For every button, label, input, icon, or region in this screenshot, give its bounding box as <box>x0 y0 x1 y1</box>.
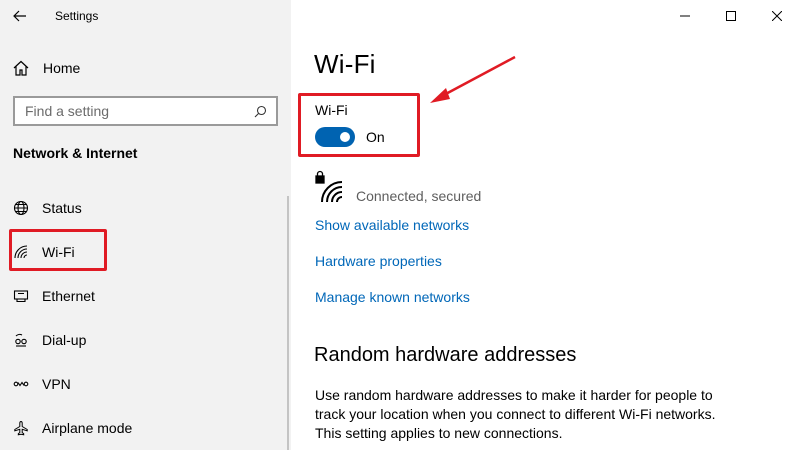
home-icon <box>13 60 29 76</box>
random-hardware-addresses-description: Use random hardware addresses to make it… <box>315 387 716 441</box>
sidebar: Settings Home Network & Internet Status <box>0 0 291 450</box>
sidebar-item-home[interactable]: Home <box>0 52 291 84</box>
sidebar-item-dialup[interactable]: Dial-up <box>0 318 291 362</box>
maximize-icon <box>726 11 736 21</box>
wifi-toggle[interactable] <box>315 127 355 147</box>
wifi-icon <box>12 243 30 261</box>
dialup-icon <box>12 331 30 349</box>
sidebar-item-wifi[interactable]: Wi-Fi <box>0 230 291 274</box>
secured-wifi-icon <box>315 170 343 203</box>
search-icon[interactable] <box>254 105 267 118</box>
sidebar-item-label: Home <box>43 60 81 76</box>
sidebar-item-label: VPN <box>42 376 71 392</box>
search-input[interactable] <box>25 103 235 119</box>
connection-status: Connected, secured <box>356 188 482 204</box>
close-button[interactable] <box>754 0 800 32</box>
sidebar-item-label: Airplane mode <box>42 420 133 436</box>
section-title: Network & Internet <box>13 145 138 161</box>
manage-known-networks-link[interactable]: Manage known networks <box>315 289 470 305</box>
hardware-properties-link[interactable]: Hardware properties <box>315 253 442 269</box>
random-hardware-addresses-heading: Random hardware addresses <box>314 344 577 366</box>
wifi-toggle-state: On <box>366 129 385 145</box>
sidebar-item-label: Wi-Fi <box>42 244 75 260</box>
maximize-button[interactable] <box>708 0 754 32</box>
back-arrow-icon <box>13 10 26 22</box>
show-available-networks-link[interactable]: Show available networks <box>315 217 469 233</box>
title-bar: Settings <box>0 0 291 32</box>
network-status: Connected, secured <box>314 170 481 204</box>
toggle-knob <box>340 132 350 142</box>
globe-icon <box>12 199 30 217</box>
window-controls <box>662 0 800 32</box>
sidebar-item-status[interactable]: Status <box>0 186 291 230</box>
nav-list: Status Wi-Fi Ethernet Dial-up VPN Airpla… <box>0 186 291 450</box>
sidebar-scrollbar[interactable] <box>287 196 289 450</box>
sidebar-item-airplane-mode[interactable]: Airplane mode <box>0 406 291 450</box>
sidebar-item-ethernet[interactable]: Ethernet <box>0 274 291 318</box>
sidebar-item-label: Dial-up <box>42 332 87 348</box>
sidebar-item-label: Ethernet <box>42 288 95 304</box>
annotation-arrow <box>430 55 516 103</box>
back-button[interactable] <box>0 0 40 32</box>
page-title: Wi-Fi <box>314 49 376 79</box>
minimize-button[interactable] <box>662 0 708 32</box>
close-icon <box>772 11 782 21</box>
wifi-toggle-label: Wi-Fi <box>315 102 348 118</box>
sidebar-item-label: Status <box>42 200 82 216</box>
ethernet-icon <box>12 287 30 305</box>
search-box[interactable] <box>13 96 278 126</box>
minimize-icon <box>680 15 690 17</box>
vpn-icon <box>12 375 30 393</box>
sidebar-item-vpn[interactable]: VPN <box>0 362 291 406</box>
airplane-icon <box>12 419 30 437</box>
app-title: Settings <box>55 9 99 23</box>
